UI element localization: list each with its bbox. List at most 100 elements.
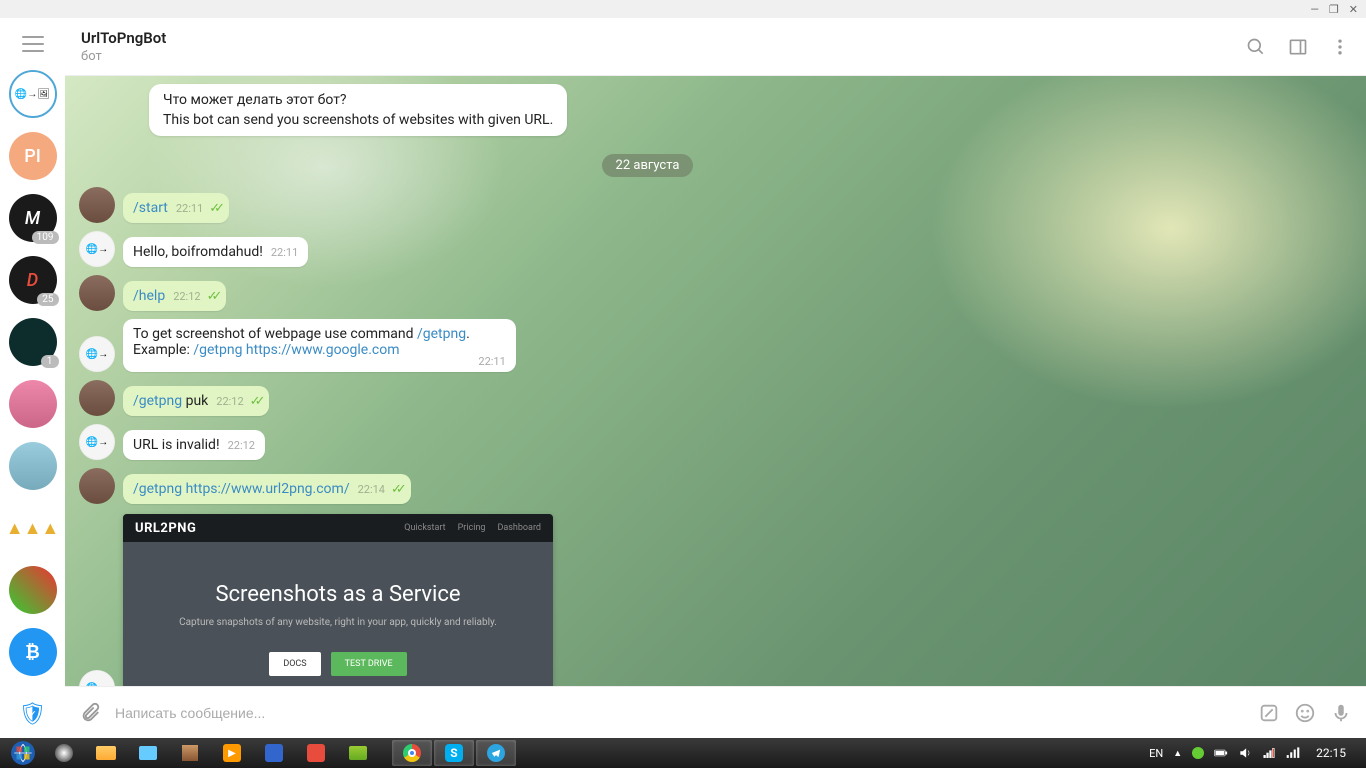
message-text: puk (182, 393, 208, 409)
chat-item-11[interactable]: 🛡✓ (9, 690, 57, 738)
message-input-bar (65, 686, 1366, 738)
chat-title[interactable]: UrlToPngBot (81, 29, 1246, 47)
volume-icon[interactable] (1238, 746, 1252, 760)
taskbar: ▶ S EN ▲ 22:15 (0, 738, 1366, 768)
taskbar-app-5[interactable]: ▶ (212, 740, 252, 766)
checks-icon: ✓✓ (207, 289, 217, 304)
user-avatar[interactable] (79, 187, 115, 223)
message-command[interactable]: /getpng (417, 326, 466, 342)
chat-item-bitcoin[interactable]: ₿ (9, 628, 57, 676)
close-button[interactable]: ✕ (1349, 3, 1358, 16)
message-bubble-out[interactable]: /getpng puk 22:12 ✓✓ (123, 386, 269, 416)
taskbar-app-7[interactable] (296, 740, 336, 766)
taskbar-chrome[interactable] (392, 740, 432, 766)
main-panel: UrlToPngBot бот Что может делать этот бо… (65, 18, 1366, 738)
chat-subtitle: бот (81, 49, 1246, 64)
start-button[interactable] (4, 739, 42, 767)
message-bubble-out[interactable]: /getpng https://www.url2png.com/ 22:14 ✓… (123, 474, 411, 504)
user-avatar[interactable] (79, 468, 115, 504)
sidebar: 🌐→🖼 PI M109 D25 1 ▲▲▲ ₿ 🛡✓ (0, 18, 65, 738)
message-text: . (466, 326, 470, 342)
tray-icon-1[interactable] (1192, 747, 1204, 759)
message-row: /help 22:12 ✓✓ (79, 275, 1366, 311)
checks-icon: ✓✓ (209, 201, 219, 216)
emoji-icon[interactable] (1294, 702, 1316, 724)
message-time: 22:11 (271, 246, 298, 259)
screenshot-brand: URL2PNG (135, 521, 196, 536)
screenshot-test-button: TEST DRIVE (331, 652, 407, 676)
message-bubble-out[interactable]: /help 22:12 ✓✓ (123, 281, 226, 311)
chat-item-urltopngbot[interactable]: 🌐→🖼 (9, 70, 57, 118)
message-time: 22:14 (358, 483, 385, 496)
taskbar-telegram[interactable] (476, 740, 516, 766)
message-text: Hello, boifromdahud! (133, 244, 263, 260)
message-bubble-in[interactable]: Hello, boifromdahud! 22:11 (123, 237, 308, 267)
message-text: /start (133, 200, 168, 216)
maximize-button[interactable]: ❐ (1329, 3, 1339, 16)
wifi-icon[interactable] (1286, 746, 1300, 760)
taskbar-app-3[interactable] (128, 740, 168, 766)
screenshot-nav-item: Dashboard (497, 523, 541, 533)
checks-icon: ✓✓ (391, 482, 401, 497)
command-icon[interactable] (1258, 702, 1280, 724)
message-bubble-in[interactable]: To get screenshot of webpage use command… (123, 319, 516, 372)
screenshot-attachment[interactable]: URL2PNG Quickstart Pricing Dashboard Scr… (123, 512, 553, 686)
screenshot-nav-item: Quickstart (404, 523, 445, 533)
attach-icon[interactable] (79, 702, 101, 724)
message-bubble-in[interactable]: URL is invalid! 22:12 (123, 430, 265, 460)
taskbar-explorer[interactable] (86, 740, 126, 766)
screenshot-sub: Capture snapshots of any website, right … (143, 617, 533, 628)
taskbar-app-8[interactable] (338, 740, 378, 766)
message-row: /getpng puk 22:12 ✓✓ (79, 380, 1366, 416)
message-bubble-out[interactable]: /start 22:11 ✓✓ (123, 193, 229, 223)
taskbar-app-4[interactable] (170, 740, 210, 766)
bot-avatar[interactable]: 🌐→ (79, 336, 115, 372)
bot-avatar[interactable]: 🌐→ (79, 670, 115, 686)
message-row: 🌐→ URL2PNG Quickstart Pricing Dashboard (79, 512, 1366, 686)
message-time: 22:11 (478, 355, 505, 368)
bot-avatar[interactable]: 🌐→ (79, 424, 115, 460)
chat-item-5[interactable]: 1 (9, 318, 57, 366)
message-text: To get screenshot of webpage use command (133, 326, 417, 342)
taskbar-skype[interactable]: S (434, 740, 474, 766)
minimize-button[interactable]: — (1310, 3, 1319, 16)
message-time: 22:12 (173, 290, 200, 303)
taskbar-app-6[interactable] (254, 740, 294, 766)
window-controls: — ❐ ✕ (0, 0, 1366, 18)
microphone-icon[interactable] (1330, 702, 1352, 724)
taskbar-app-1[interactable] (44, 740, 84, 766)
message-time: 22:12 (228, 439, 255, 452)
bot-info-desc: This bot can send you screenshots of web… (163, 112, 553, 128)
sidepanel-icon[interactable] (1288, 37, 1308, 57)
chat-item-pi[interactable]: PI (9, 132, 57, 180)
message-command[interactable]: /getpng https://www.url2png.com/ (133, 481, 350, 497)
chat-item-d[interactable]: D25 (9, 256, 57, 304)
chat-item-m[interactable]: M109 (9, 194, 57, 242)
message-row: 🌐→ URL is invalid! 22:12 (79, 424, 1366, 460)
language-indicator[interactable]: EN (1149, 747, 1163, 760)
chat-item-8[interactable]: ▲▲▲ (9, 504, 57, 552)
message-command[interactable]: /getpng (133, 393, 182, 409)
battery-icon[interactable] (1214, 746, 1228, 760)
bot-info-title: Что может делать этот бот? (163, 92, 553, 108)
search-icon[interactable] (1246, 37, 1266, 57)
user-avatar[interactable] (79, 380, 115, 416)
chat-item-6[interactable] (9, 380, 57, 428)
message-text: /help (133, 288, 165, 304)
clock[interactable]: 22:15 (1310, 746, 1352, 760)
menu-button[interactable] (22, 36, 44, 52)
chat-item-7[interactable] (9, 442, 57, 490)
bot-avatar[interactable]: 🌐→ (79, 231, 115, 267)
tray-chevron-icon[interactable]: ▲ (1173, 748, 1182, 759)
more-icon[interactable] (1330, 37, 1350, 57)
message-input[interactable] (115, 705, 1244, 721)
user-avatar[interactable] (79, 275, 115, 311)
screenshot-docs-button: DOCS (269, 652, 320, 676)
message-command[interactable]: /getpng https://www.google.com (193, 342, 399, 358)
message-row: /getpng https://www.url2png.com/ 22:14 ✓… (79, 468, 1366, 504)
message-text: URL is invalid! (133, 437, 220, 453)
network-icon[interactable] (1262, 746, 1276, 760)
chat-area[interactable]: Что может делать этот бот? This bot can … (65, 76, 1366, 686)
message-row: /start 22:11 ✓✓ (79, 187, 1366, 223)
chat-item-9[interactable] (9, 566, 57, 614)
